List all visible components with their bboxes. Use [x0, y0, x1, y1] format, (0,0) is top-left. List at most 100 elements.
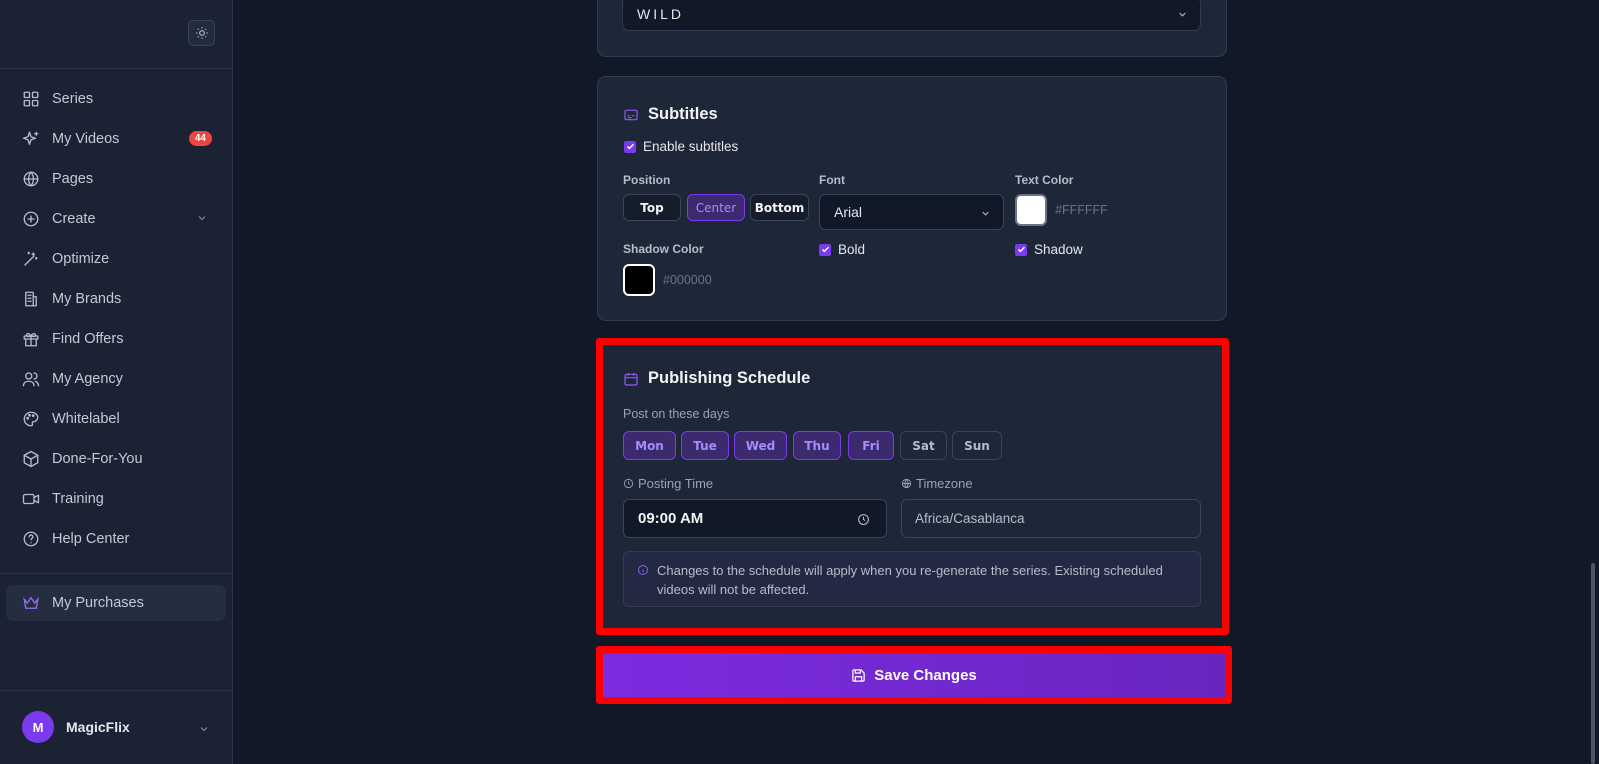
sidebar-item-label: Done-For-You [52, 451, 143, 467]
sidebar-item-help-center[interactable]: Help Center [6, 519, 226, 559]
sidebar-item-label: Whitelabel [52, 411, 120, 427]
sidebar-item-whitelabel[interactable]: Whitelabel [6, 399, 226, 439]
sun-icon [195, 27, 208, 39]
schedule-info-text: Changes to the schedule will apply when … [657, 563, 1163, 597]
position-bottom-button[interactable]: Bottom [750, 194, 809, 221]
text-color-value: #FFFFFF [1055, 203, 1108, 217]
globe-icon [22, 170, 40, 188]
position-center-button[interactable]: Center [687, 194, 745, 221]
sidebar-item-my-agency[interactable]: My Agency [6, 359, 226, 399]
user-menu[interactable]: M MagicFlix [22, 711, 130, 743]
enable-subtitles-checkbox[interactable]: Enable subtitles [624, 139, 738, 154]
clock-icon [623, 478, 634, 489]
enable-subtitles-label: Enable subtitles [643, 139, 739, 154]
schedule-title-text: Publishing Schedule [648, 369, 811, 387]
day-fri-button[interactable]: Fri [848, 431, 894, 460]
calendar-icon [624, 372, 638, 386]
plus-circle-icon [22, 210, 40, 228]
theme-toggle-button[interactable] [188, 20, 215, 46]
sidebar-item-training[interactable]: Training [6, 479, 226, 519]
position-top-button[interactable]: Top [623, 194, 681, 221]
style-select[interactable]: WILD [622, 0, 1201, 31]
chevron-down-icon [198, 216, 206, 221]
day-mon-button[interactable]: Mon [623, 431, 676, 460]
check-icon [624, 140, 636, 153]
subtitles-title-text: Subtitles [648, 105, 718, 123]
sidebar-item-label: Optimize [52, 251, 110, 267]
avatar: M [22, 711, 54, 743]
sidebar-item-label: My Agency [52, 371, 123, 387]
sidebar-item-find-offers[interactable]: Find Offers [6, 319, 226, 359]
palette-icon [22, 410, 40, 428]
day-sat-button[interactable]: Sat [900, 431, 947, 460]
users-icon [22, 370, 40, 388]
sidebar-item-label: Help Center [52, 531, 130, 547]
day-wed-button[interactable]: Wed [734, 431, 787, 460]
info-icon [638, 565, 648, 575]
shadow-color-value: #000000 [663, 273, 712, 287]
magic-wand-icon [22, 250, 40, 268]
globe-icon [901, 478, 912, 489]
posting-time-label-text: Posting Time [638, 476, 714, 491]
sidebar-item-label: Training [52, 491, 104, 507]
posting-time-input[interactable]: 09:00 AM [623, 499, 887, 538]
font-select[interactable]: Arial [819, 194, 1004, 230]
sidebar-divider [0, 573, 233, 574]
box-icon [22, 450, 40, 468]
sidebar-divider [0, 690, 233, 691]
save-changes-button[interactable]: Save Changes [603, 653, 1225, 697]
schedule-info-box: Changes to the schedule will apply when … [623, 551, 1201, 607]
sidebar-item-label: My Brands [52, 291, 122, 307]
position-label: Position [623, 173, 671, 187]
save-changes-label: Save Changes [874, 666, 977, 684]
chevron-down-icon [982, 211, 989, 216]
shadow-color-label: Shadow Color [623, 242, 704, 256]
shadow-checkbox[interactable]: Shadow [1015, 242, 1083, 257]
day-tue-button[interactable]: Tue [681, 431, 729, 460]
scrollbar-thumb[interactable] [1591, 563, 1595, 764]
sidebar-item-label: My Purchases [52, 595, 144, 611]
sidebar-item-done-for-you[interactable]: Done-For-You [6, 439, 226, 479]
chevron-down-icon [1179, 12, 1186, 17]
video-icon [22, 490, 40, 508]
sparkles-icon [22, 130, 40, 148]
font-select-value: Arial [834, 204, 863, 220]
sidebar-item-my-brands[interactable]: My Brands [6, 279, 226, 319]
check-icon [1015, 243, 1027, 256]
crown-icon [23, 596, 39, 609]
day-thu-button[interactable]: Thu [793, 431, 841, 460]
check-icon [819, 243, 831, 256]
save-icon [852, 668, 865, 682]
sidebar-divider [0, 68, 233, 69]
sidebar-item-label: My Videos [52, 131, 120, 147]
sidebar-item-label: Create [52, 211, 96, 227]
timezone-select[interactable]: Africa/Casablanca [901, 499, 1201, 538]
font-label: Font [819, 173, 845, 187]
sidebar-item-my-purchases[interactable]: My Purchases [6, 585, 226, 621]
sidebar-item-create[interactable]: Create [6, 199, 226, 239]
sidebar-item-my-videos[interactable]: My Videos 44 [6, 119, 226, 159]
grid-icon [22, 90, 40, 108]
schedule-title: Publishing Schedule [623, 369, 810, 388]
shadow-color-swatch[interactable] [623, 264, 655, 296]
text-color-swatch[interactable] [1015, 194, 1047, 226]
sidebar-item-label: Find Offers [52, 331, 124, 347]
video-count-badge: 44 [188, 131, 212, 146]
sidebar-item-optimize[interactable]: Optimize [6, 239, 226, 279]
bold-checkbox[interactable]: Bold [819, 242, 865, 257]
timezone-label-text: Timezone [916, 476, 973, 491]
sidebar-item-series[interactable]: Series [6, 79, 226, 119]
gift-icon [22, 330, 40, 348]
timezone-label: Timezone [901, 476, 973, 491]
days-label: Post on these days [623, 407, 730, 421]
building-icon [22, 290, 40, 308]
shadow-label: Shadow [1034, 242, 1083, 257]
sidebar-nav: Series My Videos 44 Pages Create Optimiz… [6, 79, 226, 559]
chevron-down-icon[interactable] [198, 723, 210, 735]
sidebar-item-label: Series [52, 91, 94, 107]
sidebar: Series My Videos 44 Pages Create Optimiz… [0, 0, 233, 764]
text-color-label: Text Color [1015, 173, 1074, 187]
sidebar-item-label: Pages [52, 171, 94, 187]
day-sun-button[interactable]: Sun [952, 431, 1002, 460]
sidebar-item-pages[interactable]: Pages [6, 159, 226, 199]
